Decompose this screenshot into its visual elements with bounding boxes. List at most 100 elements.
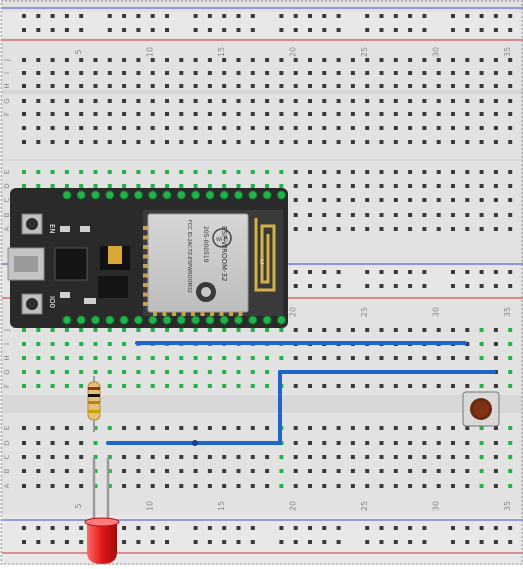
row-letter: F: [3, 384, 11, 388]
breadboard-hole: [22, 99, 26, 103]
breadboard-hole: [365, 170, 370, 174]
breadboard-hole: [493, 342, 498, 346]
bottom-row-letters: E D C B A J I H G F E D C B A: [3, 170, 11, 489]
breadboard-hole: [308, 126, 312, 130]
breadboard-hole: [293, 384, 298, 388]
breadboard-hole: [150, 140, 155, 144]
module-pad: [238, 312, 243, 316]
breadboard-hole: [293, 426, 298, 430]
breadboard-hole: [293, 170, 298, 174]
breadboard-hole: [236, 484, 241, 488]
breadboard-hole: [393, 227, 398, 231]
breadboard-hole: [265, 84, 270, 88]
breadboard-hole: [436, 227, 441, 231]
breadboard-hole: [408, 170, 413, 174]
breadboard-hole: [465, 227, 470, 231]
breadboard-hole: [436, 198, 441, 202]
module-pad: [143, 245, 148, 249]
breadboard-hole: [508, 426, 513, 430]
breadboard-hole: [508, 112, 513, 116]
breadboard-hole: [451, 441, 455, 445]
breadboard-hole: [136, 184, 141, 188]
breadboard-hole: [36, 170, 41, 174]
breadboard-hole: [136, 140, 141, 144]
module-pad: [172, 312, 176, 316]
breadboard-hole: [22, 370, 26, 374]
breadboard-hole: [50, 370, 55, 374]
rail-hole: [322, 270, 327, 274]
header-pin: [191, 315, 201, 325]
column-number: 20: [289, 501, 298, 511]
breadboard-hole: [293, 84, 298, 88]
breadboard-hole: [79, 426, 84, 430]
rail-hole: [79, 526, 84, 530]
breadboard-hole: [79, 126, 84, 130]
breadboard-hole: [393, 484, 398, 488]
breadboard-hole: [379, 170, 384, 174]
breadboard-hole: [350, 426, 355, 430]
rail-hole: [393, 28, 398, 32]
rail-hole: [222, 526, 227, 530]
column-number: 5: [74, 49, 83, 54]
breadboard-hole: [222, 170, 227, 174]
breadboard-hole: [93, 84, 98, 88]
breadboard-hole: [122, 58, 127, 62]
rail-hole: [336, 28, 341, 32]
breadboard-hole: [36, 84, 41, 88]
breadboard-hole: [436, 441, 441, 445]
breadboard-hole: [36, 112, 41, 116]
led-body: [87, 522, 117, 564]
breadboard-hole: [279, 484, 284, 488]
rail-hole: [250, 28, 255, 32]
breadboard-hole: [308, 426, 312, 430]
header-pin: [234, 190, 243, 200]
breadboard-hole: [136, 99, 141, 103]
rail-hole: [465, 14, 470, 18]
rail-hole: [193, 28, 198, 32]
breadboard-hole: [451, 213, 455, 217]
breadboard-hole: [279, 99, 284, 103]
breadboard-hole: [179, 99, 184, 103]
breadboard-hole: [79, 170, 84, 174]
breadboard-hole: [150, 170, 155, 174]
breadboard-hole: [436, 484, 441, 488]
breadboard-hole: [365, 184, 370, 188]
breadboard-hole: [465, 484, 470, 488]
breadboard-hole: [379, 227, 384, 231]
rail-hole: [493, 284, 498, 288]
breadboard-hole: [308, 455, 312, 459]
breadboard-hole: [479, 126, 484, 130]
rail-hole: [451, 270, 455, 274]
breadboard-hole: [493, 441, 498, 445]
esp32-devkit[interactable]: EN IO0 C ESP-WROOM-32 205-000519 FCC ID:…: [7, 188, 288, 328]
breadboard-hole: [165, 384, 169, 388]
breadboard-hole: [336, 99, 341, 103]
breadboard-hole: [322, 112, 327, 116]
breadboard-hole: [207, 140, 212, 144]
rail-hole: [322, 28, 327, 32]
row-letter: E: [3, 170, 11, 174]
rail-hole: [207, 540, 212, 544]
rail-hole: [479, 28, 484, 32]
module-pad: [153, 312, 157, 316]
breadboard-hole: [193, 112, 198, 116]
rail-hole: [79, 14, 84, 18]
breadboard-hole: [365, 71, 370, 75]
breadboard-hole: [465, 170, 470, 174]
breadboard-hole: [422, 170, 427, 174]
breadboard-hole: [365, 384, 370, 388]
breadboard-hole: [451, 328, 455, 332]
rail-hole: [50, 526, 55, 530]
breadboard-hole: [222, 484, 227, 488]
breadboard-hole: [22, 84, 26, 88]
breadboard-hole: [79, 356, 84, 360]
breadboard-hole: [107, 370, 112, 374]
push-button[interactable]: [462, 391, 500, 427]
breadboard-hole: [465, 140, 470, 144]
breadboard-hole: [508, 58, 513, 62]
rail-hole: [365, 270, 370, 274]
breadboard-hole: [150, 356, 155, 360]
breadboard-hole: [393, 126, 398, 130]
breadboard-hole: [508, 71, 513, 75]
breadboard-hole: [165, 99, 169, 103]
